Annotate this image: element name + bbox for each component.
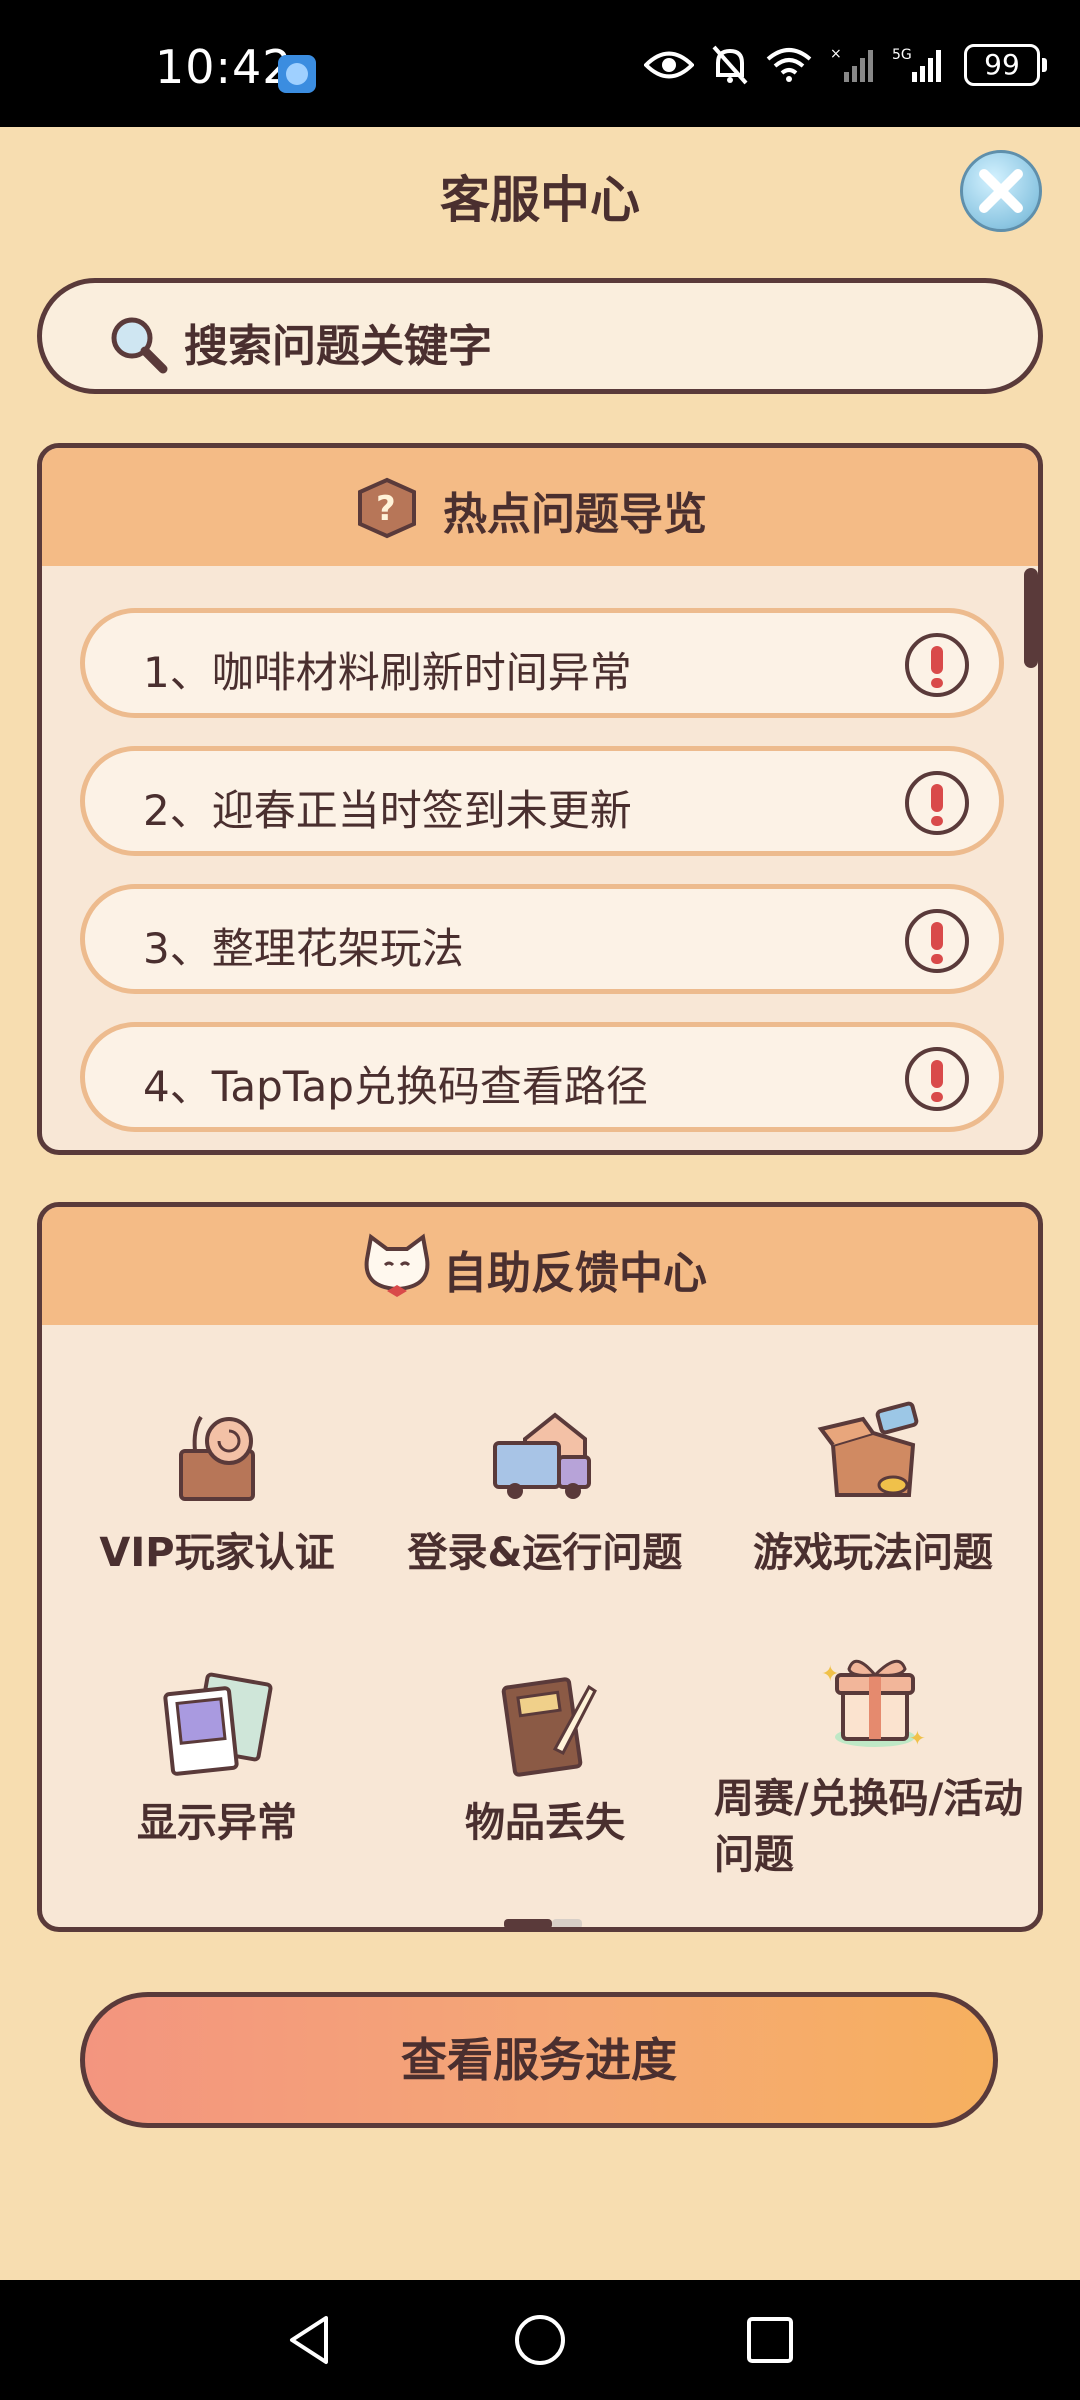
lost-item-button[interactable]: 物品丢失 (380, 1669, 710, 1851)
svg-text:5G: 5G (892, 47, 912, 63)
faq-item[interactable]: 2、迎春正当时签到未更新 (80, 746, 1004, 856)
svg-text:×: × (830, 46, 842, 62)
battery-level: 99 (984, 48, 1020, 81)
faq-scrollbar[interactable] (1024, 568, 1038, 668)
page-dot (552, 1919, 582, 1927)
login-issue-label: 登录&运行问题 (407, 1530, 683, 1576)
signal-5g-icon: 5G (892, 47, 941, 82)
event-issue-label: 周赛/兑换码/活动问题 (714, 1776, 1024, 1878)
signal-x-icon: × (830, 46, 873, 82)
app-badge-icon (278, 55, 316, 93)
home-icon[interactable] (512, 2312, 568, 2368)
status-bar: 10:42 × 5G 99 (0, 0, 1080, 127)
faq-item-label: 1、咖啡材料刷新时间异常 (143, 648, 632, 697)
photo-cards-icon (163, 1672, 273, 1776)
display-issue-label: 显示异常 (137, 1800, 297, 1846)
hot-questions-title: 热点问题导览 (443, 489, 707, 540)
open-box-icon (817, 1401, 919, 1497)
search-icon (111, 317, 168, 374)
gameplay-issue-label: 游戏玩法问题 (753, 1530, 993, 1576)
close-icon (979, 169, 1023, 213)
gift-icon: ✦ ✦ (821, 1659, 926, 1750)
page-indicator (504, 1919, 584, 1927)
alert-icon (905, 1047, 969, 1111)
notebook-icon (501, 1677, 597, 1777)
bell-off-icon (712, 45, 748, 85)
gameplay-issue-button[interactable]: 游戏玩法问题 (708, 1399, 1038, 1581)
faq-item-label: 3、整理花架玩法 (143, 924, 464, 973)
faq-item-label: 2、迎春正当时签到未更新 (143, 786, 632, 835)
recents-icon[interactable] (742, 2312, 798, 2368)
alert-icon (905, 633, 969, 697)
login-issue-button[interactable]: 登录&运行问题 (380, 1399, 710, 1581)
faq-item[interactable]: 1、咖啡材料刷新时间异常 (80, 608, 1004, 718)
svg-text:✦: ✦ (909, 1726, 926, 1750)
faq-item[interactable]: 4、TapTap兑换码查看路径 (80, 1022, 1004, 1132)
battery-icon: 99 (964, 44, 1047, 86)
back-icon[interactable] (282, 2312, 338, 2368)
hot-questions-header: ? 热点问题导览 (42, 448, 1038, 566)
event-issue-button[interactable]: ✦ ✦ 周赛/兑换码/活动问题 (708, 1645, 1038, 1883)
self-service-header: 自助反馈中心 (42, 1207, 1038, 1325)
self-service-panel: 自助反馈中心 VIP玩家认证 登录&运行问题 游戏玩法问题 显示异常 物品丢失 … (37, 1202, 1043, 1932)
snail-box-icon (179, 1415, 255, 1501)
status-time: 10:42 (155, 40, 293, 94)
search-input[interactable]: 搜索问题关键字 (37, 278, 1043, 394)
page-title: 客服中心 (440, 171, 640, 229)
hot-questions-panel: ? 热点问题导览 1、咖啡材料刷新时间异常 2、迎春正当时签到未更新 3、整理花… (37, 443, 1043, 1155)
alert-icon (905, 909, 969, 973)
display-issue-button[interactable]: 显示异常 (52, 1669, 382, 1851)
status-icons: × 5G 99 (644, 44, 1047, 86)
svg-text:✦: ✦ (821, 1662, 839, 1687)
faq-item-label: 4、TapTap兑换码查看路径 (143, 1062, 648, 1111)
eye-icon (644, 51, 694, 79)
wifi-icon (766, 48, 812, 82)
faq-item[interactable]: 3、整理花架玩法 (80, 884, 1004, 994)
lost-item-label: 物品丢失 (465, 1800, 625, 1846)
vip-verification-label: VIP玩家认证 (99, 1530, 335, 1576)
search-placeholder: 搜索问题关键字 (184, 321, 492, 372)
vip-verification-button[interactable]: VIP玩家认证 (52, 1399, 382, 1581)
truck-icon (493, 1412, 591, 1499)
alert-icon (905, 771, 969, 835)
self-service-title: 自助反馈中心 (443, 1248, 707, 1299)
page-dot-active (504, 1919, 552, 1927)
close-button[interactable] (960, 150, 1042, 232)
system-nav-bar (0, 2280, 1080, 2400)
view-service-progress-button[interactable]: 查看服务进度 (80, 1992, 998, 2128)
